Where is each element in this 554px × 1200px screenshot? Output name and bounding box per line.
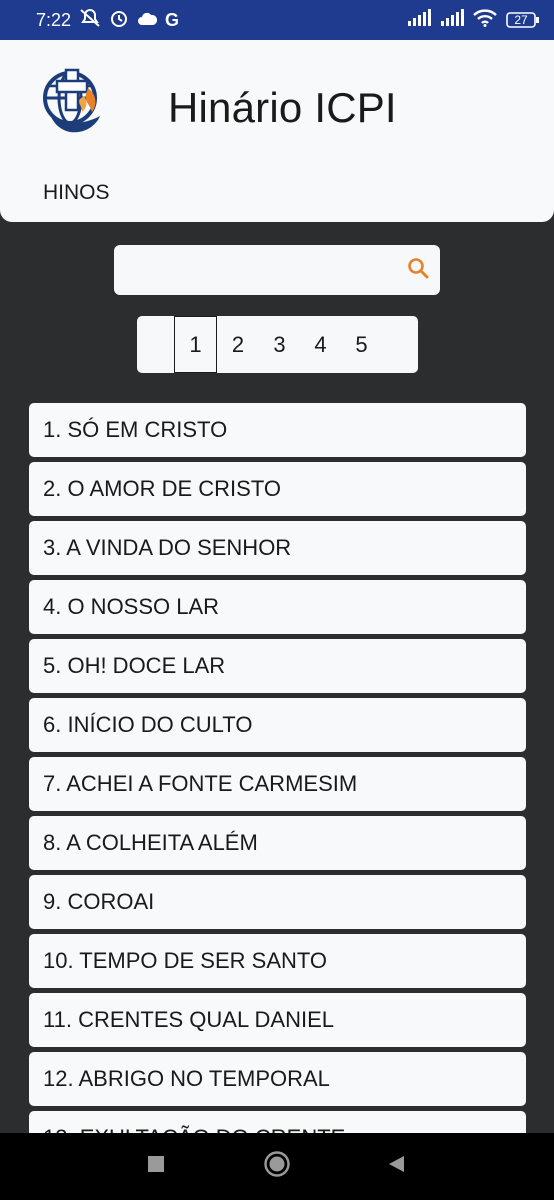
hymn-item[interactable]: 8. A COLHEITA ALÉM	[29, 816, 526, 870]
hymn-item[interactable]: 11. CRENTES QUAL DANIEL	[29, 993, 526, 1047]
system-nav-bar	[0, 1133, 554, 1200]
recents-button[interactable]	[126, 1133, 186, 1200]
hymn-item[interactable]: 3. A VINDA DO SENHOR	[29, 521, 526, 575]
hymn-item[interactable]: 9. COROAI	[29, 875, 526, 929]
hymn-item[interactable]: 4. O NOSSO LAR	[29, 580, 526, 634]
hymn-item[interactable]: 10. TEMPO DE SER SANTO	[29, 934, 526, 988]
hymn-item[interactable]: 6. INÍCIO DO CULTO	[29, 698, 526, 752]
hymn-item[interactable]: 12. ABRIGO NO TEMPORAL	[29, 1052, 526, 1106]
home-button[interactable]	[247, 1133, 307, 1200]
hymn-list-viewport: 1. SÓ EM CRISTO 2. O AMOR DE CRISTO 3. A…	[0, 0, 554, 1133]
hymn-item[interactable]: 2. O AMOR DE CRISTO	[29, 462, 526, 516]
hymn-item[interactable]: 7. ACHEI A FONTE CARMESIM	[29, 757, 526, 811]
hymn-item[interactable]: 1. SÓ EM CRISTO	[29, 403, 526, 457]
recents-icon	[147, 1155, 165, 1178]
home-icon	[263, 1150, 291, 1183]
hymn-item[interactable]: 5. OH! DOCE LAR	[29, 639, 526, 693]
back-icon	[386, 1154, 406, 1179]
back-button[interactable]	[366, 1133, 426, 1200]
hymn-item[interactable]: 13. EXULTAÇÃO DO CRENTE	[29, 1111, 526, 1133]
